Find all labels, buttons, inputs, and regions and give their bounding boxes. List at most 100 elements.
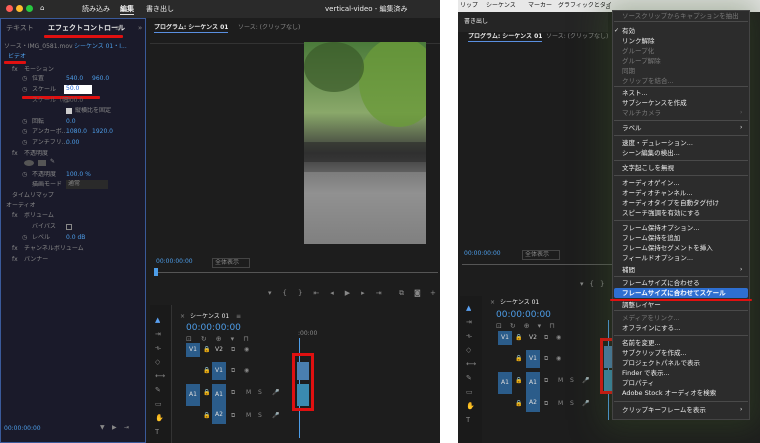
workspace-export[interactable]: 書き出し [464, 18, 488, 26]
menu-item-unlink[interactable]: リンク解除 [622, 37, 655, 45]
selection-tool-icon[interactable]: ▲ [466, 304, 471, 313]
channel-volume-section[interactable]: チャンネルボリューム [24, 245, 84, 253]
stopwatch-icon[interactable]: ◷ [22, 75, 27, 83]
filter-icon[interactable]: ▼ [100, 424, 105, 432]
eye-icon[interactable]: ◉ [556, 334, 561, 342]
menu-item-auto-tag-audio[interactable]: オーディオタイプを自動タグ付け [622, 199, 719, 207]
volume-section[interactable]: ボリューム [24, 212, 54, 220]
position-x[interactable]: 540.0 [66, 75, 83, 83]
sync-lock-icon[interactable]: ⧉ [231, 412, 235, 420]
camera-icon[interactable]: ◙ [414, 289, 421, 298]
sync-lock-icon[interactable]: ⧉ [544, 400, 548, 408]
sync-lock-icon[interactable]: ⧉ [231, 367, 235, 375]
lock-icon[interactable]: 🔒 [515, 334, 522, 342]
sync-lock-icon[interactable]: ⧉ [231, 389, 235, 397]
track-target-v1[interactable]: V1 [186, 343, 200, 357]
hand-tool-icon[interactable]: ✋ [466, 402, 475, 411]
home-icon[interactable]: ⌂ [40, 4, 44, 13]
opacity-value[interactable]: 100.0 % [66, 171, 91, 179]
motion-label[interactable]: モーション [24, 66, 54, 74]
mute-button[interactable]: M [246, 389, 251, 397]
lock-icon[interactable]: 🔒 [515, 355, 522, 363]
menu-item-reveal-in-project[interactable]: プロジェクトパネルで表示 [622, 359, 700, 367]
text-tool-icon[interactable]: T [155, 428, 159, 437]
menu-item-make-subclip[interactable]: サブクリップを作成... [622, 349, 687, 357]
mute-button[interactable]: M [558, 377, 563, 385]
ripple-tool-icon[interactable]: ⟛ [155, 344, 161, 353]
sync-lock-icon[interactable]: ⧉ [231, 346, 235, 354]
menu-item-adobe-stock-audio[interactable]: Adobe Stock オーディオを検索 [622, 389, 716, 397]
close-window-icon[interactable] [6, 5, 13, 12]
rotation-value[interactable]: 0.0 [66, 118, 76, 126]
sequence-selector[interactable]: シーケンス 01・I... [74, 43, 138, 51]
menu-item-rename[interactable]: 名前を変更... [622, 339, 661, 347]
track-a1-label[interactable]: A1 [212, 384, 226, 406]
workspace-export[interactable]: 書き出し [146, 5, 174, 14]
slip-tool-icon[interactable]: ⟷ [466, 360, 476, 369]
solo-button[interactable]: S [570, 377, 574, 385]
panel-menu-icon[interactable]: ≡ [115, 24, 121, 33]
menu-item-reveal-in-finder[interactable]: Finder で表示... [622, 369, 670, 377]
sync-lock-icon[interactable]: ⧉ [544, 377, 548, 385]
menu-item-show-clip-keyframes[interactable]: クリップキーフレームを表示 [622, 406, 706, 414]
lock-icon[interactable]: 🔒 [203, 389, 210, 397]
track-v1-label[interactable]: V1 [526, 350, 540, 368]
scale-input[interactable]: 50.0 [64, 85, 92, 94]
razor-tool-icon[interactable]: ◇ [155, 358, 160, 367]
mute-button[interactable]: M [558, 400, 563, 408]
mute-button[interactable]: M [246, 412, 251, 420]
home-icon[interactable]: ⌂ [606, 4, 610, 12]
mic-icon[interactable]: 🎤 [272, 389, 279, 397]
selection-tool-icon[interactable]: ▲ [155, 316, 160, 325]
lock-icon[interactable]: 🔒 [203, 367, 210, 375]
mic-icon[interactable]: 🎤 [582, 400, 589, 408]
hand-tool-icon[interactable]: ✋ [155, 414, 164, 423]
antiflicker-value[interactable]: 0.00 [66, 139, 79, 147]
position-y[interactable]: 960.0 [92, 75, 109, 83]
mic-icon[interactable]: 🎤 [272, 412, 279, 420]
razor-tool-icon[interactable]: ◇ [466, 346, 471, 355]
blend-mode-select[interactable]: 通常 [66, 180, 108, 189]
transport-controls[interactable]: ▾{}⇤◂▶▸⇥ [268, 289, 393, 298]
track-target-v1[interactable]: V1 [498, 331, 512, 345]
menu-item-adjustment-layer[interactable]: 調整レイヤー [622, 301, 661, 309]
stopwatch-icon[interactable]: ◷ [22, 128, 27, 136]
close-sequence-icon[interactable]: × [490, 299, 495, 307]
add-button-icon[interactable]: + [430, 289, 436, 298]
menu-item-scene-detect[interactable]: シーン編集の検出... [622, 149, 680, 157]
text-tool-icon[interactable]: T [466, 416, 470, 425]
effect-timecode[interactable]: 00:00:00:00 [4, 425, 41, 433]
ripple-tool-icon[interactable]: ⟛ [466, 332, 472, 341]
fit-select[interactable]: 全体表示 [212, 258, 250, 268]
playhead-icon[interactable] [154, 268, 158, 276]
transport-controls[interactable]: ▾{} [580, 280, 610, 289]
export-icon[interactable]: ⇥ [124, 424, 129, 432]
track-v2-label[interactable]: V2 [212, 343, 226, 357]
solo-button[interactable]: S [258, 412, 262, 420]
solo-button[interactable]: S [258, 389, 262, 397]
menu-item-enhance-speech[interactable]: スピーチ強調を有効にする [622, 209, 700, 217]
sequence-tab[interactable]: シーケンス 01 [190, 313, 229, 321]
opacity-section[interactable]: 不透明度 [24, 150, 48, 158]
menu-item-field-options[interactable]: フィールドオプション... [622, 254, 693, 262]
source-selector[interactable]: ソース・IMG_0581.mov [4, 43, 74, 51]
sequence-timecode[interactable]: 00:00:00:00 [186, 323, 241, 334]
menu-marker[interactable]: マーカー [528, 2, 552, 10]
track-target-a1[interactable]: A1 [498, 372, 512, 394]
menu-item-audio-gain[interactable]: オーディオゲイン... [622, 179, 680, 187]
slip-tool-icon[interactable]: ⟷ [155, 372, 165, 381]
tab-effect-controls[interactable]: エフェクトコントロール [48, 24, 125, 33]
menu-item-add-frame-hold[interactable]: フレーム保持を追加 [622, 234, 680, 242]
close-sequence-icon[interactable]: × [180, 313, 185, 321]
stopwatch-icon[interactable]: ◷ [22, 118, 27, 126]
sequence-timecode[interactable]: 00:00:00:00 [496, 310, 551, 321]
menu-item-make-offline[interactable]: オフラインにする... [622, 324, 680, 332]
menu-item-speed-duration[interactable]: 速度・デュレーション... [622, 139, 693, 147]
pen-mask-icon[interactable]: ✎ [50, 158, 55, 166]
lock-icon[interactable]: 🔒 [203, 412, 210, 420]
menu-item-interpolation[interactable]: 補間 [622, 266, 635, 274]
menu-item-enable[interactable]: 有効 [622, 27, 635, 35]
menu-sequence[interactable]: シーケンス [486, 2, 516, 10]
fit-select[interactable]: 全体表示 [522, 250, 560, 260]
menu-item-properties[interactable]: プロパティ [622, 379, 654, 387]
